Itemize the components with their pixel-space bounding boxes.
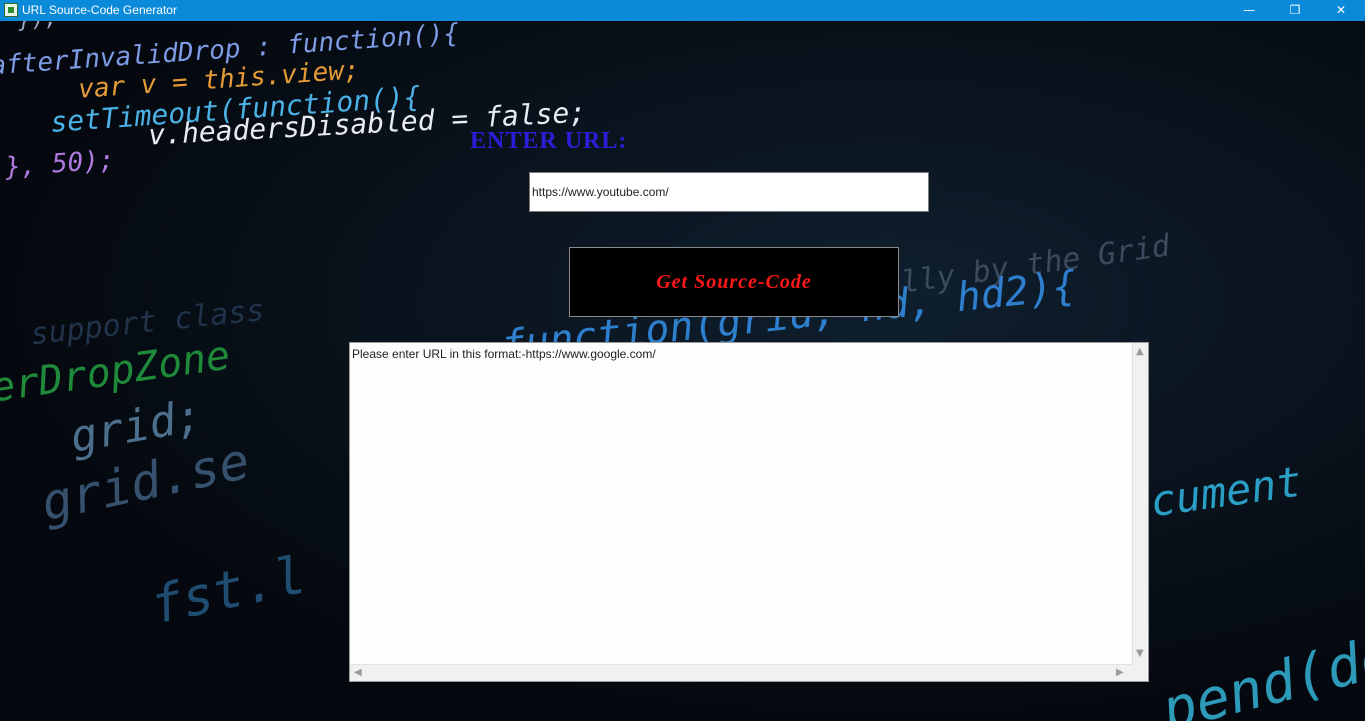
- scroll-up-icon[interactable]: ▲: [1136, 347, 1144, 357]
- horizontal-scrollbar[interactable]: ◀ ▶: [350, 664, 1132, 681]
- get-source-code-button[interactable]: Get Source-Code: [569, 247, 899, 317]
- output-text: Please enter URL in this format:-https:/…: [352, 347, 656, 361]
- url-input[interactable]: [529, 172, 929, 212]
- app-icon: [4, 3, 18, 17]
- bg-code-line: }, 50);: [4, 145, 116, 183]
- enter-url-label: ENTER URL:: [470, 128, 628, 154]
- bg-code-line: });: [17, 21, 58, 33]
- bg-code-line: cument: [1147, 456, 1305, 527]
- scroll-down-icon[interactable]: ▼: [1136, 649, 1144, 659]
- scrollbar-corner: [1132, 664, 1148, 681]
- scroll-left-icon[interactable]: ◀: [354, 668, 362, 678]
- bg-code-line: pend(do: [1155, 623, 1365, 721]
- close-button[interactable]: ✕: [1318, 0, 1364, 21]
- window-title: URL Source-Code Generator: [22, 3, 177, 17]
- minimize-button[interactable]: —: [1226, 0, 1272, 21]
- bg-code-line: fst.l: [145, 545, 312, 637]
- maximize-button[interactable]: ❐: [1272, 0, 1318, 21]
- title-bar: URL Source-Code Generator — ❐ ✕: [0, 0, 1365, 21]
- vertical-scrollbar[interactable]: ▲ ▼: [1132, 343, 1148, 665]
- source-output-textarea[interactable]: Please enter URL in this format:-https:/…: [349, 342, 1149, 682]
- scroll-right-icon[interactable]: ▶: [1116, 668, 1124, 678]
